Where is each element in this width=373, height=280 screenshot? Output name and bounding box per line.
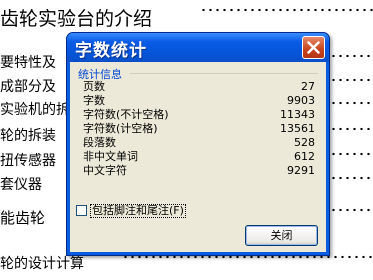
toc-leader	[330, 152, 373, 170]
toc-line-text: 实验机的拆	[0, 102, 70, 118]
stat-label: 字数	[83, 94, 105, 107]
toc-line-text: 轮的拆装	[0, 128, 56, 144]
include-footnotes-checkbox[interactable]	[76, 205, 87, 216]
stat-row-chinese-chars: 中文字符 9291	[70, 164, 326, 178]
toc-leader	[330, 127, 373, 145]
toc-leader	[330, 208, 373, 228]
stats-list: 页数 27 字数 9903 字符数(不计空格) 11343 字符数(计空格) 1…	[70, 80, 326, 178]
toc-heading-1[interactable]: 齿轮实验台的介绍	[0, 8, 373, 30]
stat-value: 11343	[280, 108, 315, 121]
toc-leader	[200, 8, 373, 30]
toc-line-text: 能齿轮	[0, 209, 46, 227]
stat-row-non-chinese-words: 非中文单词 612	[70, 150, 326, 164]
stat-label: 页数	[83, 80, 105, 93]
toc-leader	[330, 54, 373, 72]
close-x-icon	[307, 41, 320, 54]
stat-value: 9903	[287, 94, 315, 107]
stat-row-chars-no-spaces: 字符数(不计空格) 11343	[70, 108, 326, 122]
title-close-button[interactable]	[302, 36, 325, 59]
stat-value: 27	[301, 80, 315, 93]
dialog-body: 统计信息 页数 27 字数 9903 字符数(不计空格) 11343 字符数(计…	[70, 62, 326, 252]
toc-line-text: 套仪器	[0, 177, 42, 193]
toc-leader	[122, 255, 373, 273]
stat-row-chars-with-spaces: 字符数(计空格) 13561	[70, 122, 326, 136]
stat-label: 字符数(不计空格)	[83, 108, 169, 121]
stat-value: 612	[294, 150, 315, 163]
toc-line-text: 要特性及	[0, 55, 56, 71]
toc-leader	[330, 176, 373, 194]
toc-leader	[330, 101, 373, 119]
close-button[interactable]: 关闭	[245, 225, 318, 246]
include-footnotes-label[interactable]: 包括脚注和尾注(F)	[90, 204, 186, 218]
word-count-dialog: 字数统计 统计信息 页数 27 字数 9903 字符数(不计空格) 11343 …	[66, 32, 330, 256]
stat-value: 13561	[280, 122, 315, 135]
stat-label: 段落数	[83, 136, 116, 149]
stat-label: 字符数(计空格)	[83, 122, 158, 135]
stat-row-paragraphs: 段落数 528	[70, 136, 326, 150]
toc-leader	[330, 78, 373, 96]
group-divider	[130, 73, 318, 74]
dialog-title: 字数统计	[75, 41, 147, 61]
stat-row-pages: 页数 27	[70, 80, 326, 94]
stat-value: 528	[294, 136, 315, 149]
toc-line[interactable]: 轮的设计计算	[0, 255, 373, 273]
toc-heading-1-text: 齿轮实验台的介绍	[0, 8, 153, 30]
title-bar[interactable]: 字数统计	[67, 33, 329, 62]
toc-line-text: 轮的设计计算	[0, 256, 84, 272]
stat-row-words: 字数 9903	[70, 94, 326, 108]
stat-value: 9291	[287, 164, 315, 177]
toc-line-text: 成部分及	[0, 79, 56, 95]
stat-label: 非中文单词	[83, 150, 138, 163]
stat-label: 中文字符	[83, 164, 127, 177]
toc-line-text: 扭传感器	[0, 153, 56, 169]
